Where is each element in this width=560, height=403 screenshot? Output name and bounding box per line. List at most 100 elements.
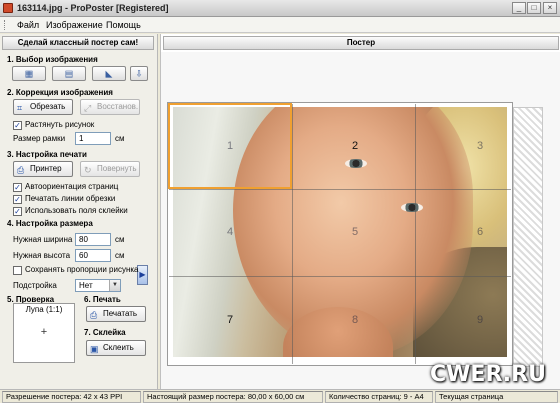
cut-line-v1 [292,104,293,364]
section-glue: 7. Склейка [84,328,126,337]
export-icon: ⇩ [135,68,143,78]
cut-lines-checkbox[interactable]: ✓ Печатать линии обрезки [13,194,115,205]
frame-size-label: Размер рамки [13,134,66,143]
width-unit: см [115,235,125,244]
fit-select[interactable]: Нет ▼ [75,279,121,292]
scanner-icon: ◣ [105,68,113,78]
crosshair-icon: + [40,326,48,338]
restore-button[interactable]: ⤢ Восстанов. [80,99,140,115]
open-image-icon: ▦ [24,68,34,78]
height-label: Нужная высота [13,251,71,260]
section-print-setup: 3. Настройка печати [7,150,87,159]
status-bar: Разрешение постера: 42 x 43 PPI Настоящи… [0,389,560,403]
glue-margins-check-icon: ✓ [13,207,22,216]
width-label: Нужная ширина [13,235,73,244]
auto-orient-checkbox[interactable]: ✓ Автоориентация страниц [13,182,118,193]
scan-image-button[interactable]: ◣ [92,66,126,81]
rotate-button[interactable]: ↻ Повернуть [80,161,140,177]
eye-left [345,159,367,168]
glue-button-label: Склеить [103,343,134,352]
cut-lines-check-icon: ✓ [13,195,22,204]
open-image-button[interactable]: ▦ [12,66,46,81]
crop-button-label: Обрезать [30,102,66,111]
rotate-button-label: Повернуть [97,164,137,173]
cut-lines-label: Печатать линии обрезки [25,194,116,203]
frame-size-field[interactable]: 1 [75,132,111,145]
fit-select-value: Нет [79,281,93,290]
printer-button-label: Принтер [30,164,62,173]
section-select-image: 1. Выбор изображения [7,55,98,64]
menu-grip [4,20,6,30]
printer-button[interactable]: ⎙ Принтер [13,161,73,177]
tile-number: 6 [477,226,484,238]
section-image-correction: 2. Коррекция изображения [7,88,113,97]
height-field[interactable]: 60 [75,249,111,262]
glue-margins-label: Использовать поля склейки [25,206,128,215]
status-current-page: Текущая страница [435,391,558,403]
crop-button[interactable]: ⌗ Обрезать [13,99,73,115]
fit-label: Подстройка [13,281,57,290]
print-icon: ⎙ [90,310,98,320]
rotate-icon: ↻ [84,165,92,175]
width-field[interactable]: 80 [75,233,111,246]
poster-canvas[interactable]: 1 2 3 4 5 6 7 8 9 [161,52,560,389]
cut-line-h2 [169,276,511,277]
chevron-down-icon: ▼ [109,280,120,291]
printer-icon: ⎙ [17,165,25,175]
clipboard-icon: ▤ [64,68,74,78]
app-icon [3,3,13,13]
glue-button[interactable]: ▣ Склеить [86,340,146,356]
auto-orient-check-icon: ✓ [13,183,22,192]
keep-ratio-checkbox[interactable]: Сохранять пропорции рисунка [13,265,139,276]
section-print: 6. Печать [84,295,121,304]
restore-button-label: Восстанов. [97,102,139,111]
close-button[interactable]: × [543,2,557,14]
export-image-button[interactable]: ⇩ [130,66,148,81]
tile-number: 7 [227,314,234,326]
print-button-label: Печатать [103,309,138,318]
tile-number: 4 [227,226,234,238]
stretch-label: Растянуть рисунок [25,120,95,129]
arrow-right-icon: ▶ [139,270,146,279]
left-panel: Сделай классный постер сам! 1. Выбор изо… [0,34,158,389]
keep-ratio-check-icon [13,266,22,275]
poster-panel-header: Постер [163,36,559,50]
print-button[interactable]: ⎙ Печатать [86,306,146,322]
stretch-checkbox[interactable]: ✓ Растянуть рисунок [13,120,94,131]
left-panel-header: Сделай классный постер сам! [2,36,154,50]
keep-ratio-label: Сохранять пропорции рисунка [25,265,139,274]
minimize-button[interactable]: _ [512,2,526,14]
maximize-button[interactable]: □ [527,2,541,14]
glue-margins-checkbox[interactable]: ✓ Использовать поля склейки [13,206,128,217]
crop-icon: ⌗ [17,103,23,113]
height-unit: см [115,251,125,260]
title-bar: 163114.jpg - ProPoster [Registered] _ □ … [0,0,560,17]
status-real-size: Настоящий размер постера: 80,00 x 60,00 … [143,391,323,403]
menu-file[interactable]: Файл [17,20,39,30]
right-panel: Постер 1 2 3 4 5 6 7 8 9 [160,34,560,389]
restore-icon: ⤢ [84,103,92,113]
page-shadow [513,107,543,367]
tile-number: 8 [352,314,359,326]
tile-number: 5 [352,226,359,238]
menu-image[interactable]: Изображение [46,20,103,30]
tile-number: 9 [477,314,484,326]
section-size-setup: 4. Настройка размера [7,219,93,228]
magnifier-preview: Лупа (1:1) + [13,303,75,363]
status-pages: Количество страниц: 9 - A4 [325,391,433,403]
watermark-logo: CWER.RU [430,362,546,387]
auto-orient-label: Автоориентация страниц [25,182,119,191]
cut-line-v2 [415,104,416,364]
paste-image-button[interactable]: ▤ [52,66,86,81]
tile-number: 1 [227,140,234,152]
cut-line-h1 [169,189,511,190]
tile-number: 3 [477,140,484,152]
glue-icon: ▣ [90,344,99,354]
tile-number: 2 [352,140,359,152]
frame-size-unit: см [115,134,125,143]
magnifier-caption: Лупа (1:1) [25,305,63,314]
menu-bar: Файл Изображение Помощь [0,17,560,33]
menu-help[interactable]: Помощь [106,20,141,30]
window-title: 163114.jpg - ProPoster [Registered] [17,3,169,13]
status-resolution: Разрешение постера: 42 x 43 PPI [2,391,141,403]
